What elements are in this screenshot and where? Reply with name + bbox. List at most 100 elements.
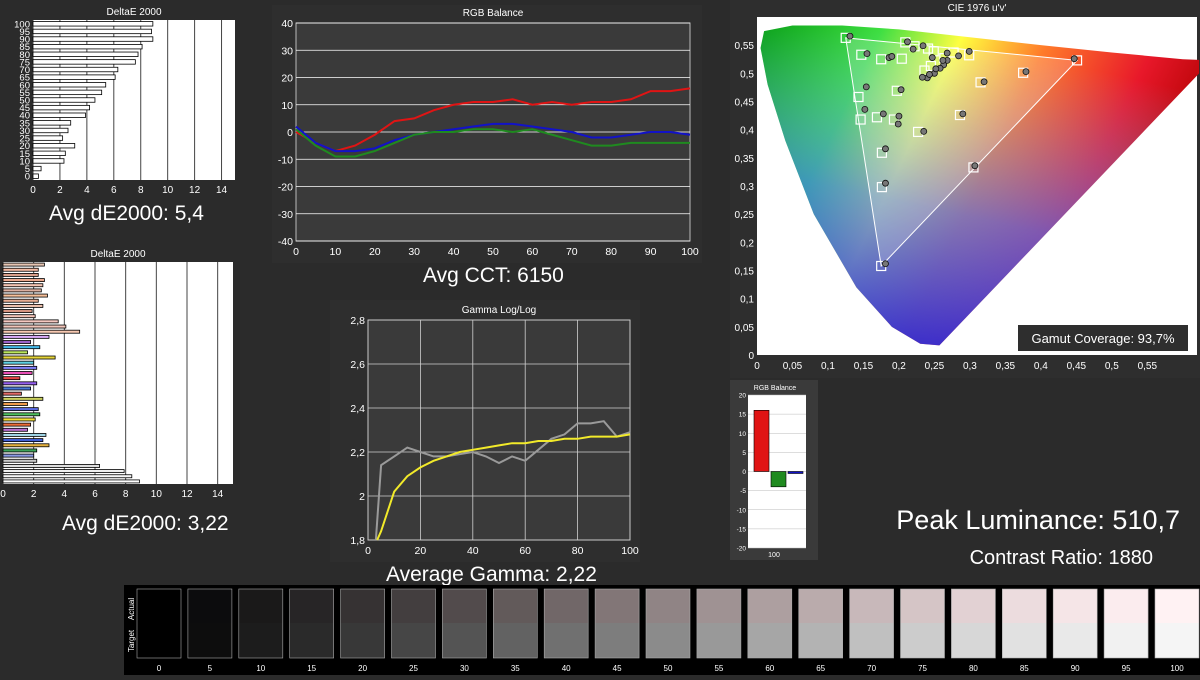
- measured-point: [904, 38, 911, 46]
- swatch-actual: [238, 589, 283, 623]
- measured-point: [965, 47, 973, 55]
- swatch-actual: [442, 589, 487, 623]
- measured-point: [971, 162, 979, 170]
- bar: [2, 464, 100, 468]
- swatch-target: [1104, 623, 1149, 658]
- bar: [32, 120, 72, 126]
- swatch-label: 60: [765, 664, 774, 673]
- measured-point: [879, 110, 887, 118]
- y-tick-label: 15: [739, 412, 747, 419]
- swatch-target: [187, 623, 232, 658]
- bar: [32, 165, 42, 172]
- swatch-label: 5: [208, 664, 213, 673]
- y-tick-label: 20: [739, 393, 747, 400]
- y-tick-label: 0: [287, 127, 293, 139]
- contrast-ratio: Contrast Ratio: 1880: [969, 547, 1153, 569]
- y-tick-label: 2,8: [350, 315, 365, 327]
- swatch-label: 55: [714, 664, 723, 673]
- bar: [2, 479, 140, 484]
- swatch-actual: [646, 589, 690, 623]
- measured-point: [882, 260, 889, 268]
- x-tick-label: 14: [212, 489, 224, 500]
- bar: [2, 474, 133, 479]
- x-tick-label: 0,5: [1105, 361, 1119, 372]
- swatch-target: [951, 623, 996, 658]
- bar: [2, 350, 28, 355]
- swatch-label: 85: [1020, 664, 1029, 673]
- measured-point: [920, 127, 928, 135]
- x-tick-label: 100: [681, 246, 699, 258]
- swatch-label: 15: [307, 664, 316, 673]
- swatch-label: 30: [460, 664, 469, 673]
- bar: [2, 407, 39, 412]
- swatch-label: 70: [867, 664, 876, 673]
- swatch-actual: [747, 589, 792, 623]
- chart-title: RGB Balance: [754, 385, 797, 392]
- measured-point: [895, 112, 903, 120]
- swatch-label: 80: [969, 664, 978, 673]
- swatch-actual: [340, 589, 385, 623]
- bar: [32, 36, 154, 42]
- bar: [32, 97, 96, 103]
- rgb-balance-small-chart: RGB Balance 20 15 10 5 0 -5 -10 -15 -20 100: [730, 380, 818, 560]
- bar: [2, 298, 39, 303]
- measured-point: [1070, 55, 1078, 63]
- measured-point: [918, 73, 926, 81]
- grayscale-avg-de: Avg dE2000: 5,4: [49, 202, 204, 225]
- y-tick-label: 2: [359, 491, 365, 503]
- swatch-label: 25: [409, 664, 418, 673]
- average-gamma: Average Gamma: 2,22: [386, 563, 597, 586]
- measured-point: [1022, 68, 1030, 76]
- x-tick-label: 6: [92, 489, 98, 500]
- bar: [2, 371, 33, 375]
- cie-svg: CIE 1976 u'v' 0 0,05 0,1 0,15 0,2 0,25 0,3 0,35 0…: [735, 3, 1200, 372]
- measured-point: [928, 54, 936, 61]
- swatch-actual: [900, 589, 945, 623]
- x-tick-label: 0,2: [892, 361, 906, 372]
- bar: [32, 143, 76, 149]
- y-tick-label: 0,35: [735, 154, 755, 165]
- x-tick-label: 0,25: [925, 361, 945, 372]
- swatch-actual: [137, 589, 181, 623]
- y-tick-label: 0,2: [740, 238, 754, 249]
- bar: [2, 278, 45, 282]
- measured-point: [882, 145, 889, 153]
- bar: [2, 391, 22, 396]
- bar: [32, 59, 136, 65]
- bar: [2, 469, 125, 473]
- bar: [2, 329, 81, 334]
- x-tick-label: 0,45: [1067, 361, 1087, 372]
- bar: [770, 471, 787, 488]
- bar: [2, 288, 42, 293]
- row-label-target: Target: [127, 629, 136, 652]
- swatch-target: [696, 623, 741, 658]
- bar: [2, 309, 33, 313]
- swatch-label: 40: [562, 664, 571, 673]
- measured-point: [882, 179, 889, 187]
- x-tick-label: 0: [0, 489, 6, 500]
- swatch-actual: [391, 589, 436, 623]
- y-tick-label: 5: [742, 450, 746, 457]
- swatch-label: 95: [1122, 664, 1131, 673]
- swatch-label: 35: [511, 664, 520, 673]
- y-tick-label: 10: [739, 431, 747, 438]
- x-tick-label: 12: [189, 185, 201, 196]
- bar: [32, 51, 139, 57]
- y-tick-label: 2,4: [350, 403, 365, 415]
- grayscale-delta-e-chart: DeltaE 2000 0 2 4 6 8 10 12 14 100 95 90 85 80 75 70 65 6…: [0, 0, 240, 202]
- bar: [32, 112, 86, 118]
- chart-title: CIE 1976 u'v': [948, 3, 1007, 14]
- swatch-actual: [544, 589, 589, 623]
- x-tick-label: 0: [30, 185, 36, 196]
- x-tick-label: 70: [566, 246, 578, 258]
- y-tick-label: -10: [737, 507, 747, 514]
- swatch-target: [442, 623, 487, 658]
- swatch-label: 65: [816, 664, 825, 673]
- swatch-actual: [798, 589, 843, 623]
- bar: [32, 135, 64, 141]
- x-tick-label: 0,05: [783, 361, 803, 372]
- x-tick-label: 0,55: [1138, 361, 1158, 372]
- y-tick-label: 0,25: [735, 210, 755, 221]
- swatch-label: 50: [664, 664, 673, 673]
- y-tick-label: 0,15: [735, 267, 755, 278]
